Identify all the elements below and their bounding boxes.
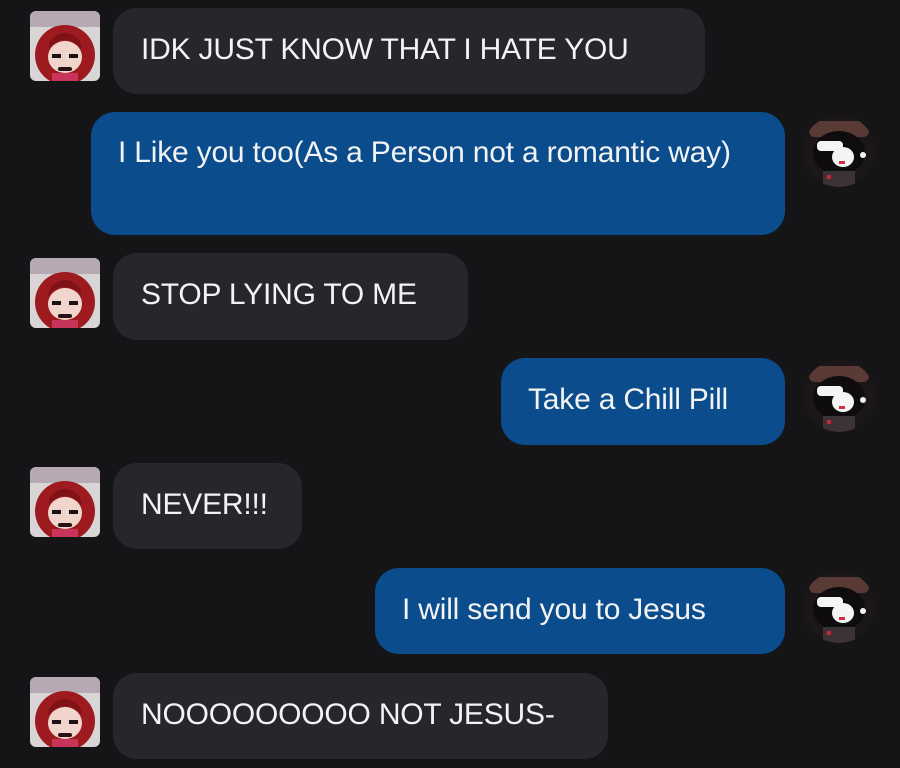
red-haired-character-avatar-icon[interactable]	[30, 467, 100, 537]
message-row-outgoing: I will send you to Jesus	[0, 565, 900, 665]
message-row-incoming: IDK JUST KNOW THAT I HATE YOU	[0, 0, 900, 100]
dark-haired-character-avatar-icon[interactable]	[803, 571, 875, 643]
message-row-outgoing: Take a Chill Pill	[0, 355, 900, 455]
message-bubble-outgoing[interactable]: Take a Chill Pill	[501, 358, 785, 445]
dark-haired-character-avatar-icon[interactable]	[803, 360, 875, 432]
message-row-incoming: STOP LYING TO ME	[0, 245, 900, 355]
message-bubble-outgoing[interactable]: I Like you too(As a Person not a romanti…	[91, 112, 785, 235]
red-haired-character-avatar-icon[interactable]	[30, 258, 100, 328]
message-bubble-incoming[interactable]: IDK JUST KNOW THAT I HATE YOU	[113, 8, 705, 94]
message-bubble-incoming[interactable]: STOP LYING TO ME	[113, 253, 468, 340]
message-bubble-incoming[interactable]: NOOOOOOOOO NOT JESUS-	[113, 673, 608, 759]
message-row-incoming: NEVER!!!	[0, 455, 900, 565]
dark-haired-character-avatar-icon[interactable]	[803, 115, 875, 187]
message-bubble-outgoing[interactable]: I will send you to Jesus	[375, 568, 785, 654]
message-bubble-incoming[interactable]: NEVER!!!	[113, 463, 302, 549]
red-haired-character-avatar-icon[interactable]	[30, 677, 100, 747]
message-row-outgoing: I Like you too(As a Person not a romanti…	[0, 100, 900, 245]
red-haired-character-avatar-icon[interactable]	[30, 11, 100, 81]
message-row-incoming: NOOOOOOOOO NOT JESUS-	[0, 665, 900, 768]
chat-thread: IDK JUST KNOW THAT I HATE YOU I Like you…	[0, 0, 900, 768]
